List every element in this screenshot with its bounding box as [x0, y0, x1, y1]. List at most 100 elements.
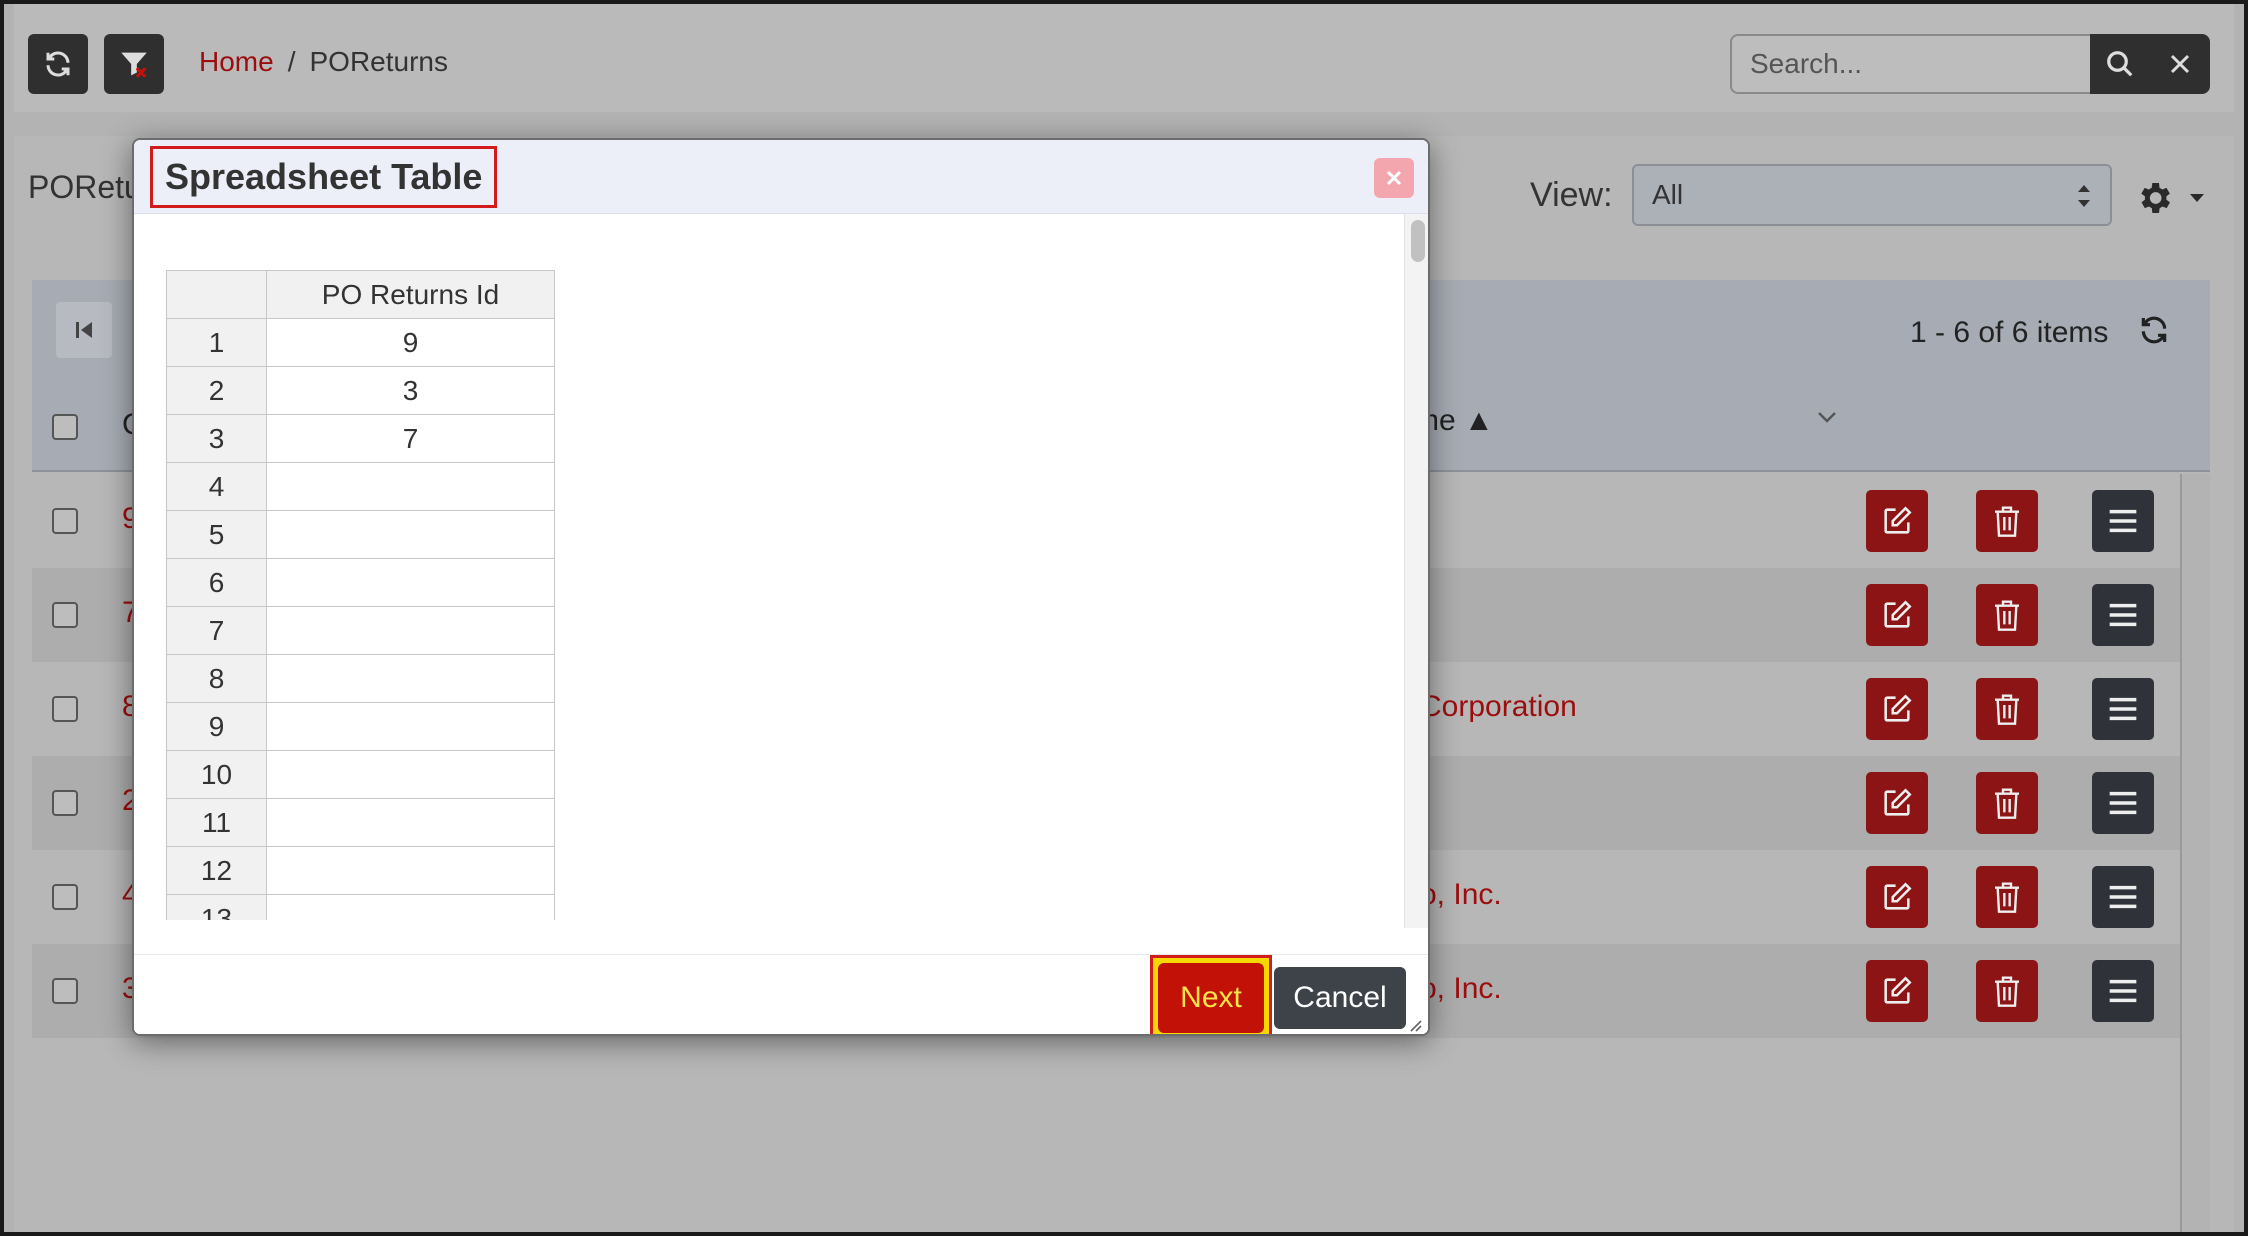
sheet-row-number[interactable]: 12 [166, 846, 267, 895]
edit-button[interactable] [1866, 490, 1928, 552]
refresh-button[interactable] [28, 34, 88, 94]
hamburger-icon [2109, 885, 2137, 909]
sheet-row-number[interactable]: 3 [166, 414, 267, 463]
trash-icon [1995, 788, 2019, 819]
gear-icon[interactable] [2134, 178, 2174, 218]
row-menu-button[interactable] [2092, 490, 2154, 552]
sheet-row: 12 [166, 846, 555, 895]
trash-icon [1995, 694, 2019, 725]
sheet-cell[interactable] [266, 702, 555, 751]
sheet-row-number[interactable]: 9 [166, 702, 267, 751]
sheet-row-number[interactable]: 10 [166, 750, 267, 799]
row-checkbox[interactable] [52, 884, 78, 910]
delete-button[interactable] [1976, 772, 2038, 834]
edit-button[interactable] [1866, 960, 1928, 1022]
sheet-cell[interactable] [266, 606, 555, 655]
sheet-row-number[interactable]: 6 [166, 558, 267, 607]
breadcrumb-separator: / [287, 46, 296, 77]
sheet-row: 7 [166, 606, 555, 655]
sheet-cell[interactable] [266, 750, 555, 799]
hamburger-icon [2109, 791, 2137, 815]
sheet-cell[interactable]: 7 [266, 414, 555, 463]
cancel-button[interactable]: Cancel [1274, 967, 1406, 1029]
select-all-checkbox[interactable] [52, 414, 78, 440]
row-menu-button[interactable] [2092, 866, 2154, 928]
edit-button[interactable] [1866, 678, 1928, 740]
refresh-icon[interactable] [2138, 314, 2170, 346]
sheet-cell[interactable]: 3 [266, 366, 555, 415]
filter-clear-icon [121, 52, 147, 78]
chevron-down-icon[interactable] [1816, 410, 1838, 424]
view-select[interactable]: All [1632, 164, 2112, 226]
sheet-row: 13 [166, 894, 555, 920]
spreadsheet-grid[interactable]: PO Returns Id 1 9 2 3 3 7 4 5 6 7 8 9 10 11 12 13 [166, 270, 556, 920]
first-page-button[interactable] [56, 302, 112, 358]
sheet-cell[interactable] [266, 846, 555, 895]
sheet-row-number[interactable]: 1 [166, 318, 267, 367]
select-arrows-icon [2078, 185, 2090, 207]
search-input[interactable]: Search... [1730, 34, 2090, 94]
row-menu-button[interactable] [2092, 678, 2154, 740]
delete-button[interactable] [1976, 866, 2038, 928]
next-button[interactable]: Next [1158, 963, 1264, 1033]
sheet-row-number[interactable]: 13 [166, 894, 267, 920]
grid-scrollbar[interactable] [2180, 474, 2210, 1232]
sheet-row-number[interactable]: 5 [166, 510, 267, 559]
edit-button[interactable] [1866, 772, 1928, 834]
close-icon [2170, 54, 2190, 74]
delete-button[interactable] [1976, 584, 2038, 646]
sheet-cell[interactable] [266, 654, 555, 703]
hamburger-icon [2109, 979, 2137, 1003]
sheet-cell[interactable] [266, 510, 555, 559]
breadcrumb-home-link[interactable]: Home [199, 46, 274, 77]
row-name[interactable]: Corporation [1420, 690, 1577, 724]
edit-icon [1884, 506, 1912, 534]
delete-button[interactable] [1976, 678, 2038, 740]
sheet-row-number[interactable]: 4 [166, 462, 267, 511]
sheet-row-number[interactable]: 2 [166, 366, 267, 415]
sheet-row-number[interactable]: 11 [166, 798, 267, 847]
clear-search-button[interactable] [2150, 34, 2210, 94]
search-button[interactable] [2090, 34, 2150, 94]
sheet-row-number[interactable]: 8 [166, 654, 267, 703]
row-menu-button[interactable] [2092, 772, 2154, 834]
resize-grip-icon[interactable] [1406, 1016, 1422, 1032]
sheet-row-number[interactable]: 7 [166, 606, 267, 655]
row-menu-button[interactable] [2092, 584, 2154, 646]
sheet-row: 5 [166, 510, 555, 559]
sheet-cell[interactable] [266, 894, 555, 920]
sheet-cell[interactable] [266, 558, 555, 607]
view-select-value: All [1652, 179, 1684, 210]
sheet-cell[interactable] [266, 798, 555, 847]
modal-title: Spreadsheet Table [150, 146, 498, 208]
edit-icon [1884, 976, 1912, 1004]
view-label: View: [1530, 176, 1613, 214]
row-checkbox[interactable] [52, 790, 78, 816]
modal-footer: Next Cancel [134, 954, 1428, 1034]
sheet-cell[interactable] [266, 462, 555, 511]
row-checkbox[interactable] [52, 978, 78, 1004]
pager-info: 1 - 6 of 6 items [1910, 316, 2109, 349]
edit-button[interactable] [1866, 866, 1928, 928]
row-name[interactable]: o, Inc. [1420, 878, 1502, 912]
chevron-down-icon[interactable] [2188, 192, 2206, 204]
sheet-cell[interactable]: 9 [266, 318, 555, 367]
row-checkbox[interactable] [52, 602, 78, 628]
row-checkbox[interactable] [52, 508, 78, 534]
modal-close-button[interactable] [1374, 158, 1414, 198]
sheet-corner-cell[interactable] [166, 270, 267, 319]
delete-button[interactable] [1976, 960, 2038, 1022]
row-name[interactable]: o, Inc. [1420, 972, 1502, 1006]
edit-button[interactable] [1866, 584, 1928, 646]
modal-header[interactable]: Spreadsheet Table [134, 140, 1428, 214]
delete-button[interactable] [1976, 490, 2038, 552]
sheet-column-header[interactable]: PO Returns Id [266, 270, 555, 319]
row-checkbox[interactable] [52, 696, 78, 722]
clear-filter-button[interactable] [104, 34, 164, 94]
refresh-icon [46, 51, 70, 77]
row-menu-button[interactable] [2092, 960, 2154, 1022]
sheet-row: 19 [166, 318, 555, 367]
sheet-row: 23 [166, 366, 555, 415]
modal-scrollbar[interactable] [1404, 214, 1428, 928]
modal-scrollbar-thumb[interactable] [1411, 220, 1425, 262]
